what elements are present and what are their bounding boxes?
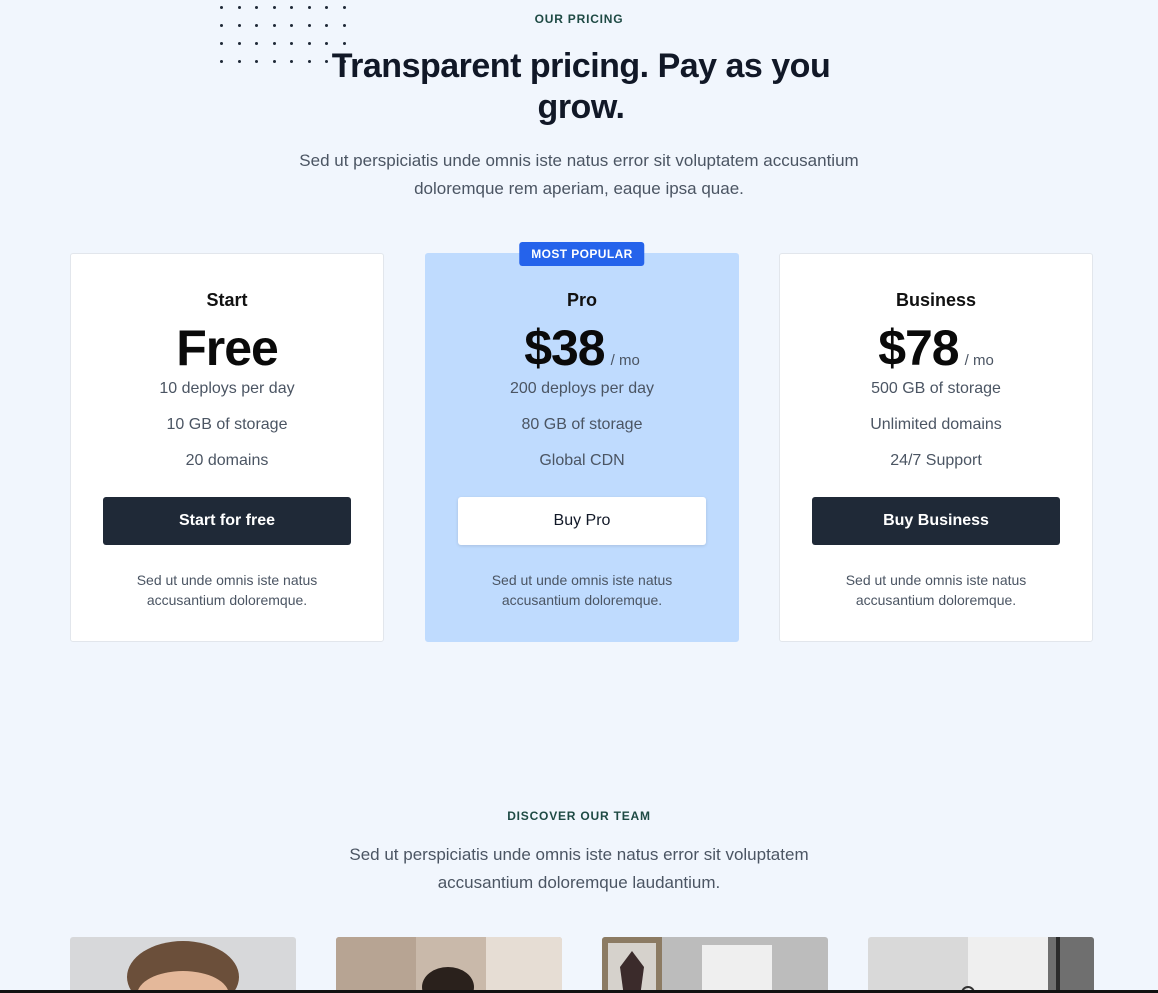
team-member-photo	[602, 937, 828, 993]
plan-feature: 80 GB of storage	[521, 416, 643, 433]
team-member-photo	[336, 937, 562, 993]
plan-feature: 500 GB of storage	[871, 380, 1001, 397]
buy-business-button[interactable]: Buy Business	[812, 497, 1060, 545]
team-member-photo	[70, 937, 296, 993]
plan-name: Business	[895, 290, 977, 310]
pricing-eyebrow: OUR PRICING	[534, 12, 624, 26]
plan-price: $78	[878, 320, 959, 376]
pricing-lead-line-2: doloremque rem aperiam, eaque ipsa quae.	[414, 179, 744, 198]
plan-price: $38	[524, 320, 605, 376]
team-eyebrow: DISCOVER OUR TEAM	[507, 809, 651, 823]
plan-period: / mo	[610, 352, 640, 369]
plan-card-business: Business $78 / mo 500 GB of storage Unli…	[779, 253, 1093, 642]
plan-card-start: Start Free 10 deploys per day 10 GB of s…	[70, 253, 384, 642]
plan-note: Sed ut unde omnis iste natus accusantium…	[845, 572, 1027, 608]
team-member-photo	[868, 937, 1094, 993]
plan-feature: Unlimited domains	[870, 416, 1002, 433]
plan-feature: 10 deploys per day	[159, 380, 295, 397]
plan-feature: Global CDN	[539, 452, 625, 469]
pricing-title: Transparent pricing. Pay as you grow.	[331, 47, 831, 126]
plan-feature: 10 GB of storage	[166, 416, 288, 433]
plan-card-pro: MOST POPULAR Pro $38 / mo 200 deploys pe…	[425, 242, 739, 642]
team-lead-line-1: Sed ut perspiciatis unde omnis iste natu…	[349, 845, 809, 864]
plan-name: Pro	[566, 290, 597, 310]
plan-feature: 20 domains	[185, 452, 269, 469]
plan-feature: 24/7 Support	[890, 452, 982, 469]
start-for-free-button[interactable]: Start for free	[103, 497, 351, 545]
team-lead-line-2: accusantium doloremque laudantium.	[437, 873, 721, 892]
plan-period: / mo	[964, 352, 994, 369]
buy-pro-button[interactable]: Buy Pro	[458, 497, 706, 545]
most-popular-badge: MOST POPULAR	[519, 242, 645, 266]
plan-note: Sed ut unde omnis iste natus accusantium…	[491, 572, 673, 608]
plan-price: Free	[176, 320, 279, 376]
plan-name: Start	[206, 290, 248, 310]
plan-feature: 200 deploys per day	[509, 380, 655, 397]
plan-note: Sed ut unde omnis iste natus accusantium…	[136, 572, 318, 608]
pricing-lead-line-1: Sed ut perspiciatis unde omnis iste natu…	[299, 151, 859, 170]
